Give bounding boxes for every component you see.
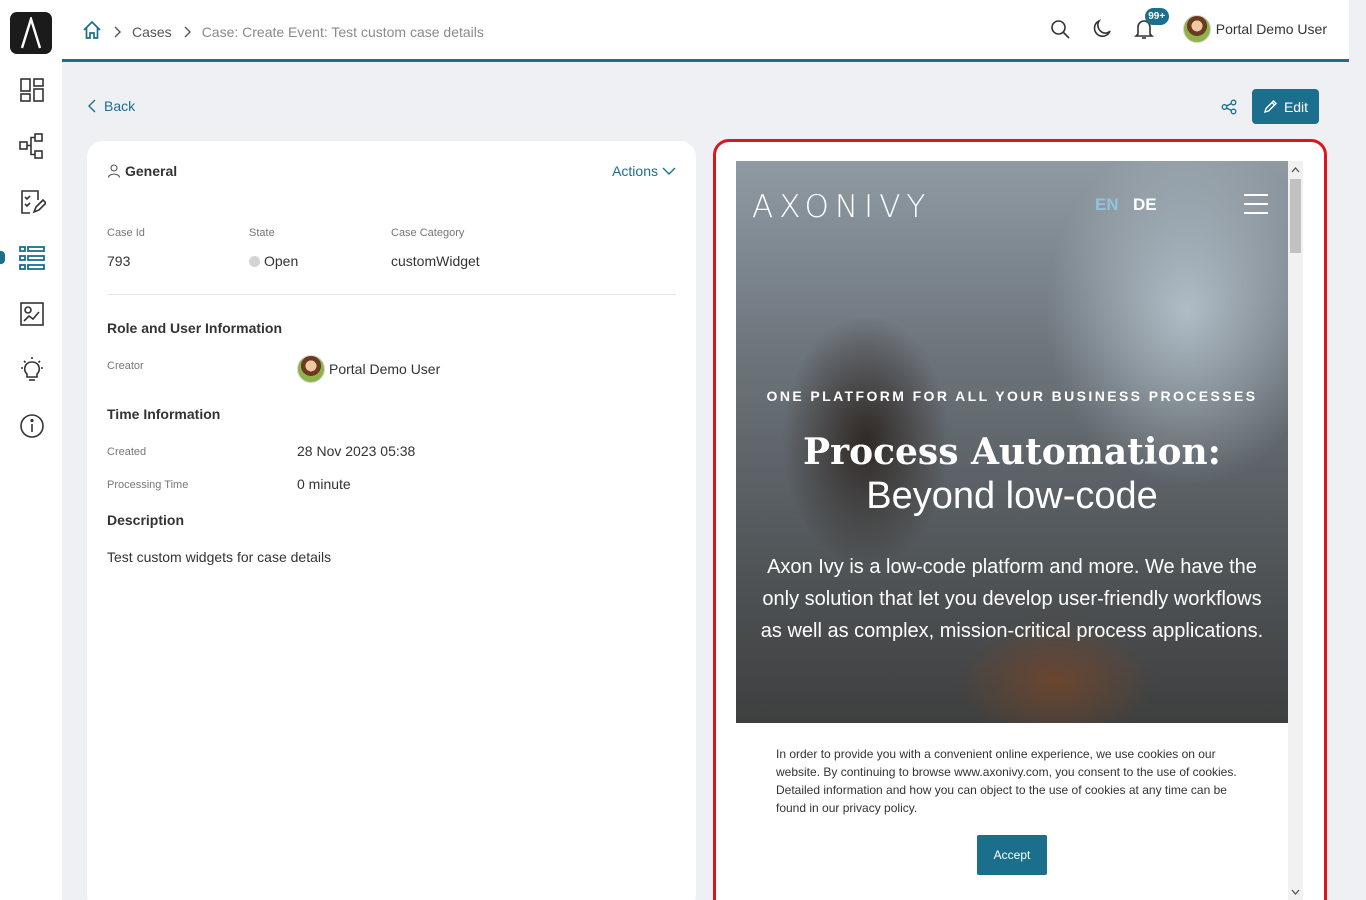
search-icon[interactable]	[1045, 14, 1075, 44]
description-value: Test custom widgets for case details	[107, 549, 332, 565]
created-label: Created	[107, 446, 147, 458]
state-text: Open	[264, 253, 299, 269]
creator-name: Portal Demo User	[329, 361, 441, 377]
hero-body-text: Axon Ivy is a low-code platform and more…	[760, 556, 1264, 642]
breadcrumb-cases[interactable]: Cases	[132, 24, 172, 40]
breadcrumb: Cases Case: Create Event: Test custom ca…	[82, 20, 484, 43]
info-icon[interactable]	[17, 411, 47, 441]
share-icon[interactable]	[1218, 96, 1240, 118]
cookie-notice-text: In order to provide you with a convenien…	[776, 747, 1237, 815]
accept-cookies-button[interactable]: Accept	[977, 835, 1047, 875]
axonivy-logo[interactable]: AXONIVY	[752, 189, 931, 225]
chevron-right-icon	[114, 26, 122, 38]
top-actions: 99+ Portal Demo User	[1033, 8, 1327, 44]
back-button[interactable]: Back	[88, 98, 135, 114]
creator-label: Creator	[107, 360, 144, 372]
category-value: customWidget	[391, 253, 480, 269]
home-icon[interactable]	[82, 20, 102, 43]
edit-label: Edit	[1283, 98, 1309, 115]
process-icon[interactable]	[17, 131, 47, 161]
language-de-link[interactable]: DE	[1133, 195, 1157, 215]
created-value: 28 Nov 2023 05:38	[297, 443, 416, 459]
back-label: Back	[104, 98, 136, 114]
processing-label: Processing Time	[107, 479, 189, 491]
hero-headline: Process Automation:	[803, 431, 1221, 473]
frame-scrollbar[interactable]	[1288, 161, 1303, 900]
processing-value: 0 minute	[297, 476, 351, 492]
creator: Portal Demo User	[297, 355, 440, 383]
hero-banner: AXONIVY EN DE ONE PLATFORM FOR ALL YOUR …	[736, 161, 1288, 723]
scroll-thumb[interactable]	[1290, 179, 1301, 253]
lightbulb-icon[interactable]	[17, 355, 47, 385]
case-list-icon[interactable]	[17, 243, 47, 273]
state-dot-icon	[249, 256, 260, 267]
case-id-label: Case Id	[107, 227, 145, 239]
hamburger-menu-icon[interactable]	[1244, 194, 1268, 214]
actions-menu[interactable]: Actions	[612, 163, 676, 179]
hero-subheadline: Beyond low-code	[866, 475, 1158, 517]
top-bar: Cases Case: Create Event: Test custom ca…	[62, 0, 1349, 62]
chevron-left-icon	[88, 99, 96, 113]
user-name: Portal Demo User	[1215, 21, 1327, 37]
role-section-title: Role and User Information	[107, 320, 283, 336]
state-label: State	[249, 227, 275, 239]
divider	[107, 294, 676, 295]
general-title-text: General	[125, 163, 178, 179]
avatar	[297, 355, 325, 383]
case-id-value: 793	[107, 253, 131, 269]
dark-mode-moon-icon[interactable]	[1087, 14, 1117, 44]
statistics-icon[interactable]	[17, 299, 47, 329]
axon-ivy-logo-icon[interactable]	[10, 12, 52, 54]
breadcrumb-current: Case: Create Event: Test custom case det…	[201, 23, 484, 40]
general-card: General Actions Case Id 793 State Open C…	[87, 141, 696, 900]
category-label: Case Category	[391, 227, 465, 239]
embedded-website-frame[interactable]: AXONIVY EN DE ONE PLATFORM FOR ALL YOUR …	[736, 161, 1303, 900]
chevron-right-icon	[184, 26, 192, 38]
general-title: General	[107, 163, 177, 179]
dashboard-icon[interactable]	[17, 75, 47, 105]
scroll-up-icon[interactable]	[1290, 164, 1301, 175]
avatar	[1182, 15, 1211, 43]
notification-bell-icon[interactable]: 99+	[1129, 8, 1169, 44]
user-icon	[107, 164, 121, 178]
language-en-link[interactable]: EN	[1095, 195, 1119, 215]
user-menu[interactable]: Portal Demo User	[1182, 15, 1327, 43]
edit-button[interactable]: Edit	[1252, 89, 1319, 124]
active-marker	[0, 251, 5, 264]
task-icon[interactable]	[17, 187, 47, 217]
pencil-icon	[1263, 100, 1277, 114]
state-value: Open	[249, 253, 298, 269]
description-section-title: Description	[107, 512, 185, 528]
chevron-down-icon	[662, 167, 676, 175]
notification-badge: 99+	[1144, 8, 1169, 25]
hero-tagline: ONE PLATFORM FOR ALL YOUR BUSINESS PROCE…	[766, 388, 1258, 404]
scroll-down-icon[interactable]	[1290, 886, 1301, 897]
time-section-title: Time Information	[107, 406, 221, 422]
sidebar	[0, 0, 62, 900]
actions-label: Actions	[612, 163, 658, 179]
